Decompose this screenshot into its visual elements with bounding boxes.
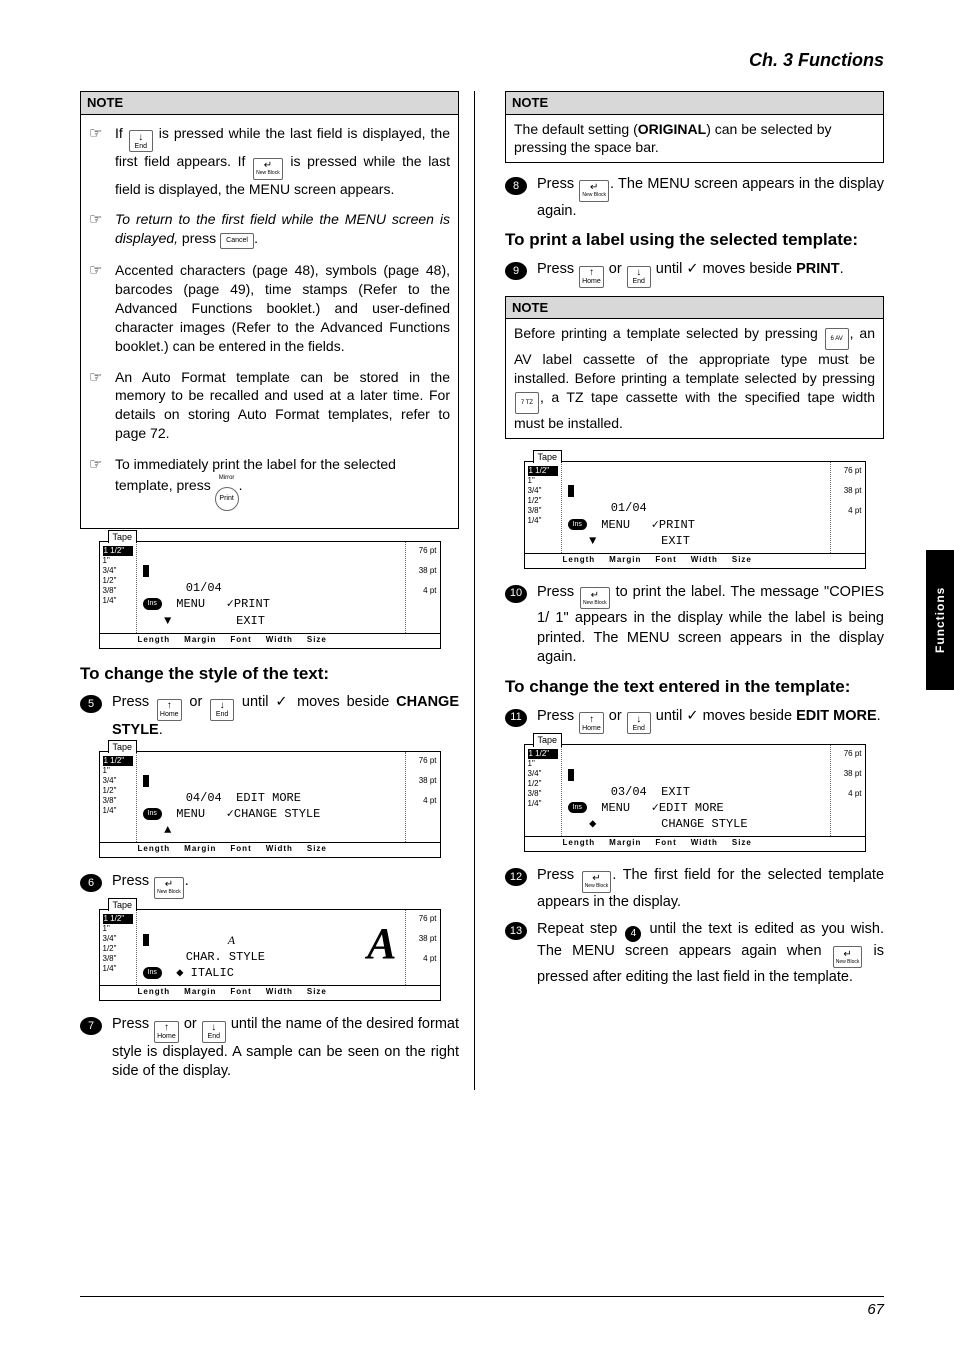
- step-12: 12 Press ↵New Block. The first field for…: [505, 866, 884, 912]
- heading-print-label: To print a label using the selected temp…: [505, 229, 884, 252]
- end-key-icon: ↓End: [210, 699, 234, 721]
- new-block-key-icon: ↵New Block: [253, 158, 283, 180]
- new-block-key-icon: ↵New Block: [580, 587, 610, 609]
- step-10: 10 Press ↵New Block to print the label. …: [505, 583, 884, 668]
- step-9: 9 Press ↑Home or ↓End until ✓ moves besi…: [505, 260, 884, 288]
- lcd-display-5: Tape 1 1/2"1"3/4"1/2"3/8"1/4" 03/04 EXIT…: [524, 744, 866, 852]
- step-7: 7 Press ↑Home or ↓End until the name of …: [80, 1015, 459, 1082]
- step-11: 11 Press ↑Home or ↓End until ✓ moves bes…: [505, 707, 884, 735]
- note-box-1: NOTE If ↓End is pressed while the last f…: [80, 91, 459, 529]
- cancel-key-icon: Cancel: [220, 233, 254, 249]
- step-5: 5 Press ↑Home or ↓End until ✓ moves besi…: [80, 693, 459, 740]
- step-number-icon: 8: [505, 177, 527, 195]
- note-item: To immediately print the label for the s…: [89, 455, 450, 511]
- heading-change-style: To change the style of the text:: [80, 663, 459, 686]
- home-key-icon: ↑Home: [154, 1021, 179, 1043]
- new-block-key-icon: ↵New Block: [154, 877, 184, 899]
- end-key-icon: ↓End: [627, 712, 651, 734]
- chapter-header: Ch. 3 Functions: [80, 50, 884, 71]
- note-item: If ↓End is pressed while the last field …: [89, 124, 450, 199]
- page-number: 67: [867, 1301, 884, 1318]
- step-number-icon: 13: [505, 922, 527, 940]
- right-column: NOTE The default setting (ORIGINAL) can …: [505, 91, 884, 1090]
- step-number-icon: 6: [80, 874, 102, 892]
- heading-edit-text: To change the text entered in the templa…: [505, 676, 884, 699]
- note-box-2: NOTE The default setting (ORIGINAL) can …: [505, 91, 884, 163]
- lcd-display-2: Tape 1 1/2"1"3/4"1/2"3/8"1/4" 04/04 EDIT…: [99, 751, 441, 859]
- home-key-icon: ↑Home: [579, 712, 604, 734]
- lcd-left-scale: 1 1/2"1"3/4"1/2"3/8"1/4": [100, 542, 137, 633]
- end-key-icon: ↓End: [129, 130, 153, 152]
- print-key-icon: Print: [215, 487, 239, 511]
- note-item: To return to the first field while the M…: [89, 210, 450, 249]
- step-number-icon: 12: [505, 868, 527, 886]
- new-block-key-icon: ↵New Block: [833, 946, 863, 968]
- home-key-icon: ↑Home: [157, 699, 182, 721]
- step-ref-4-icon: 4: [625, 926, 641, 942]
- step-number-icon: 11: [505, 709, 527, 727]
- lcd-display-3: Tape 1 1/2"1"3/4"1/2"3/8"1/4" A CHAR. ST…: [99, 909, 441, 1002]
- new-block-key-icon: ↵New Block: [579, 180, 609, 202]
- note-box-3: NOTE Before printing a template selected…: [505, 296, 884, 439]
- step-6: 6 Press ↵New Block.: [80, 872, 459, 899]
- home-key-icon: ↑Home: [579, 266, 604, 288]
- note-item: Accented characters (page 48), symbols (…: [89, 261, 450, 355]
- step-number-icon: 7: [80, 1017, 102, 1035]
- page-footer: 67: [80, 1296, 884, 1318]
- end-key-icon: ↓End: [627, 266, 651, 288]
- note-item: An Auto Format template can be stored in…: [89, 368, 450, 444]
- tz-key-icon: 7 TZ: [515, 392, 539, 414]
- step-number-icon: 5: [80, 695, 102, 713]
- step-number-icon: 9: [505, 262, 527, 280]
- step-13: 13 Repeat step 4 until the text is edite…: [505, 920, 884, 988]
- note-header: NOTE: [81, 92, 458, 115]
- lcd-right-scale: 76 pt 38 pt 4 pt: [405, 542, 440, 633]
- end-key-icon: ↓End: [202, 1021, 226, 1043]
- step-number-icon: 10: [505, 585, 527, 603]
- left-column: NOTE If ↓End is pressed while the last f…: [80, 91, 475, 1090]
- side-tab: Functions: [926, 550, 954, 690]
- step-8: 8 Press ↵New Block. The MENU screen appe…: [505, 175, 884, 221]
- lcd-display-1: Tape 1 1/2"1"3/4"1/2"3/8"1/4" 01/04 Ins …: [99, 541, 441, 649]
- av-key-icon: 6 AV: [825, 328, 849, 350]
- lcd-display-4: Tape 1 1/2"1"3/4"1/2"3/8"1/4" 01/04 Ins …: [524, 461, 866, 569]
- new-block-key-icon: ↵New Block: [582, 871, 612, 893]
